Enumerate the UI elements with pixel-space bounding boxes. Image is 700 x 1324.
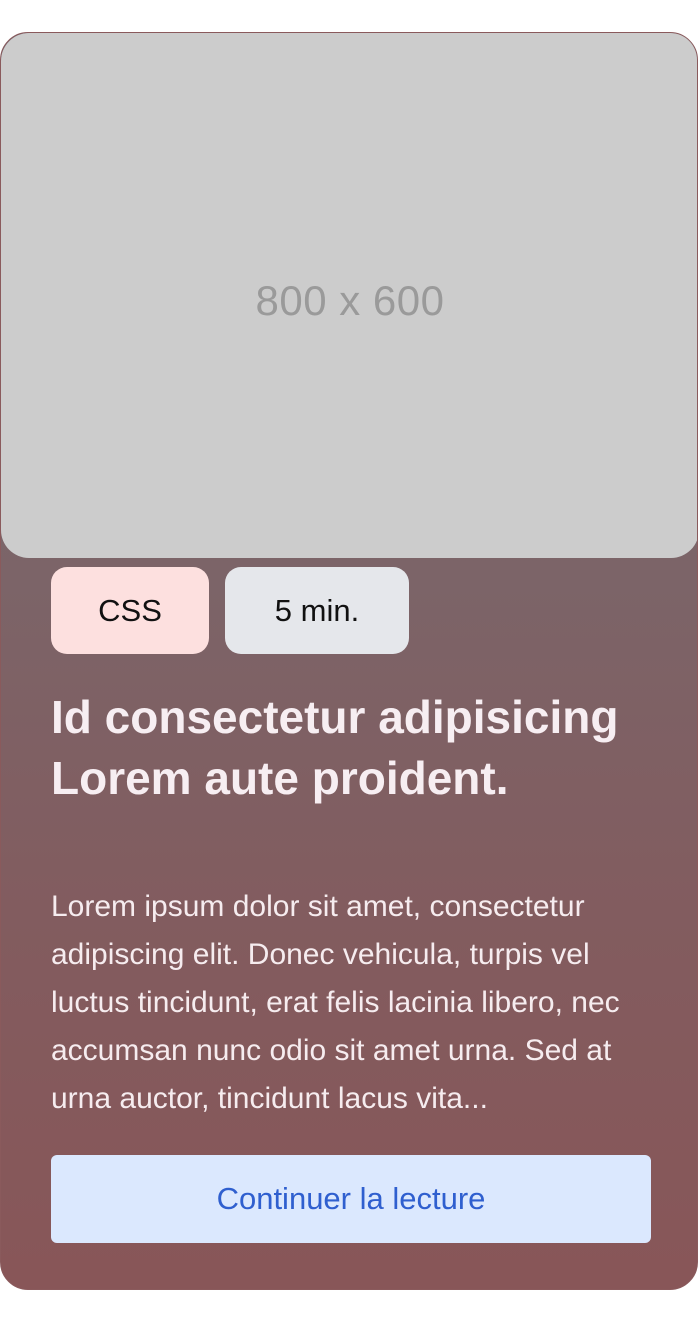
article-title: Id consectetur adipisicing Lorem aute pr… [51, 691, 619, 804]
continue-reading-button[interactable]: Continuer la lecture [51, 1155, 651, 1243]
reading-time-tag: 5 min. [225, 567, 409, 654]
image-placeholder-label: 800 x 600 [255, 276, 445, 324]
cover-image: 800 x 600 [1, 33, 697, 558]
tag-list: CSS 5 min. [51, 567, 409, 654]
article-card: 800 x 600 CSS 5 min. Id consectetur adip… [0, 32, 698, 1290]
topic-tag: CSS [51, 567, 209, 654]
article-excerpt: Lorem ipsum dolor sit amet, consectetur … [51, 890, 620, 1115]
